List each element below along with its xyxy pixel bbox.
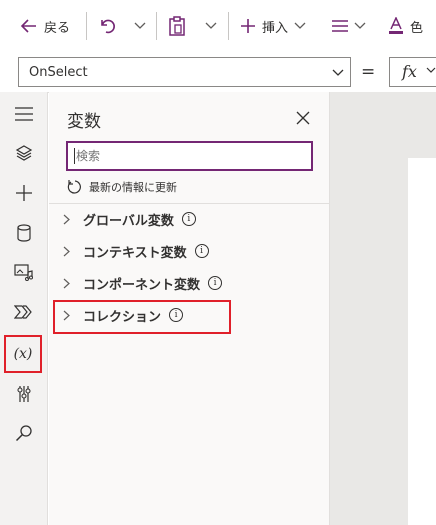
search-input[interactable] (68, 143, 311, 169)
chevron-down-icon (205, 22, 217, 29)
command-bar: 戻る 挿入 色 (0, 0, 436, 53)
plus-icon (241, 19, 255, 33)
back-button[interactable]: 戻る (20, 10, 70, 42)
chevron-right-icon (63, 214, 70, 224)
layers-icon (15, 145, 33, 161)
close-icon (296, 111, 310, 125)
rail-menu-button[interactable] (8, 98, 40, 130)
database-icon (17, 224, 31, 242)
collections-highlight (53, 300, 231, 334)
chevron-right-icon (63, 278, 70, 288)
fx-label: fx (402, 62, 417, 81)
info-icon[interactable]: i (194, 244, 209, 258)
chevron-down-icon (332, 69, 344, 76)
paste-button[interactable] (168, 10, 186, 42)
left-rail: (x) (0, 92, 48, 525)
align-icon (332, 20, 348, 32)
panel-divider (49, 203, 330, 204)
text-caret (74, 148, 75, 164)
property-value: OnSelect (29, 65, 88, 80)
property-dropdown[interactable]: OnSelect (18, 57, 351, 87)
section-label: グローバル変数 (83, 213, 174, 229)
info-icon[interactable]: i (181, 212, 196, 226)
fx-button[interactable]: fx (389, 57, 436, 87)
undo-dropdown[interactable] (134, 10, 146, 42)
insert-label: 挿入 (262, 20, 289, 36)
toolbar-separator (228, 12, 229, 40)
refresh-icon (67, 180, 81, 194)
paste-dropdown[interactable] (205, 10, 217, 42)
plus-icon (16, 185, 32, 201)
rail-media-button[interactable] (8, 256, 40, 288)
section-label: コンポーネント変数 (83, 277, 201, 293)
formula-bar: OnSelect = fx (0, 52, 436, 93)
chevron-down-icon (426, 67, 436, 73)
align-button[interactable] (332, 10, 366, 42)
tools-icon (17, 386, 31, 402)
refresh-label: 最新の情報に更新 (89, 181, 177, 194)
insert-button[interactable]: 挿入 (240, 10, 306, 42)
back-label: 戻る (44, 20, 71, 36)
media-icon (14, 264, 33, 281)
search-box[interactable] (66, 141, 313, 171)
canvas-area (330, 92, 436, 525)
color-button[interactable]: 色 (388, 10, 423, 42)
rail-variables-button[interactable]: (x) (4, 335, 42, 373)
rail-search-button[interactable] (8, 417, 40, 449)
automate-icon (14, 305, 32, 319)
font-color-icon (389, 17, 403, 34)
arrow-left-icon (20, 19, 36, 33)
section-label: コンテキスト変数 (83, 245, 187, 261)
chevron-right-icon (63, 246, 70, 256)
variables-icon: (x) (13, 346, 33, 362)
undo-button[interactable] (98, 10, 116, 42)
refresh-button[interactable]: 最新の情報に更新 (67, 177, 177, 197)
undo-icon (101, 19, 115, 34)
chevron-down-icon (294, 22, 306, 29)
clipboard-icon (169, 16, 185, 36)
toolbar-separator (86, 12, 87, 40)
variables-panel: 変数 最新の情報に更新 グローバル変数 i コンテキスト変数 i コンポーネント… (49, 92, 330, 525)
chevron-down-icon (354, 22, 366, 29)
rail-insert-button[interactable] (8, 177, 40, 209)
app-screen[interactable] (408, 158, 436, 525)
rail-tree-view-button[interactable] (8, 137, 40, 169)
rail-automate-button[interactable] (8, 296, 40, 328)
hamburger-icon (15, 107, 33, 121)
panel-title: 変数 (67, 112, 101, 132)
info-icon[interactable]: i (208, 276, 223, 290)
section-global-variables[interactable]: グローバル変数 i (63, 205, 196, 233)
equals-sign: = (361, 62, 376, 82)
section-context-variables[interactable]: コンテキスト変数 i (63, 237, 209, 265)
chevron-down-icon (134, 22, 146, 29)
section-component-variables[interactable]: コンポーネント変数 i (63, 269, 223, 297)
search-icon (15, 425, 32, 442)
toolbar-separator (156, 12, 157, 40)
rail-tools-button[interactable] (8, 378, 40, 410)
color-label: 色 (410, 20, 424, 36)
rail-data-button[interactable] (8, 217, 40, 249)
close-button[interactable] (295, 110, 311, 126)
